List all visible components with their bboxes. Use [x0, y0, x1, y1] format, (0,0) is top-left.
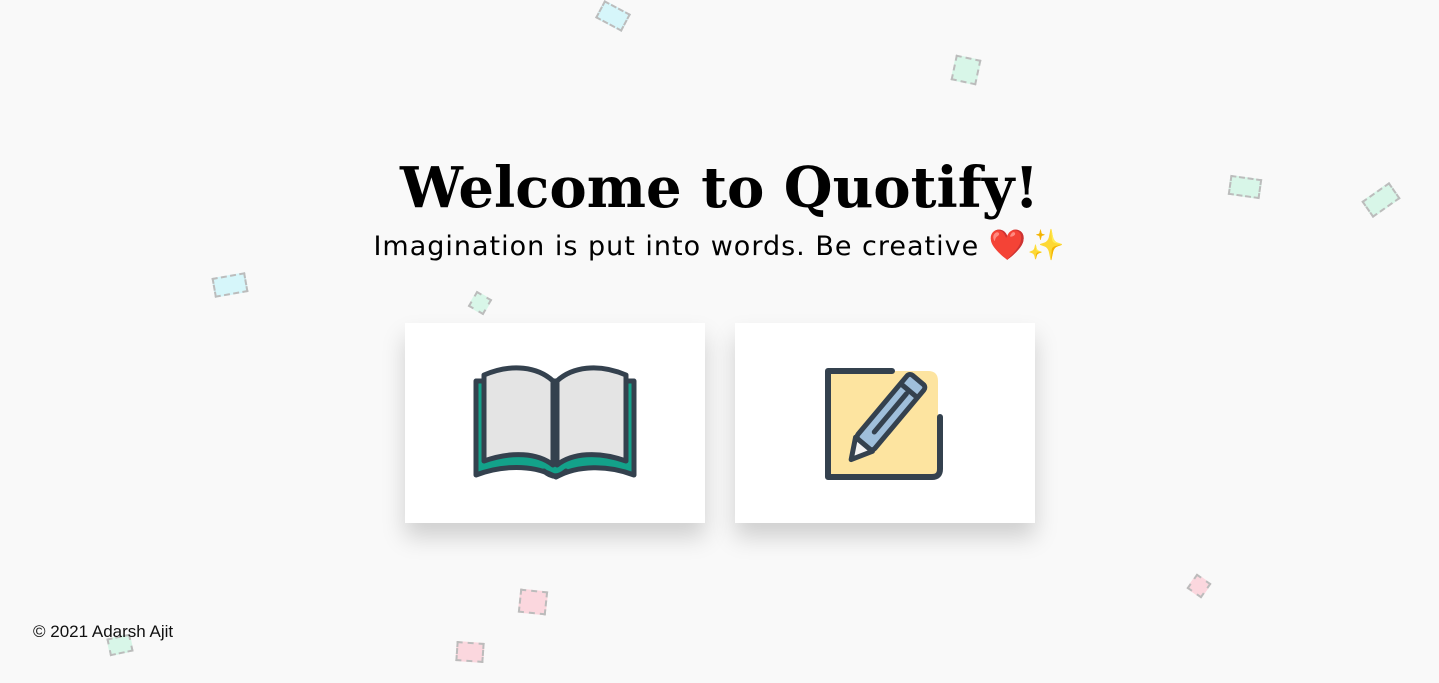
- sparkles-icon: ✨: [1027, 228, 1066, 263]
- note-pencil-icon: [825, 368, 943, 480]
- page-title: Welcome to Quotify!: [400, 155, 1039, 221]
- confetti-piece: [1186, 573, 1212, 599]
- read-quotes-card[interactable]: [405, 323, 705, 523]
- open-book-icon: [473, 365, 637, 480]
- confetti-piece: [455, 641, 485, 663]
- footer-copyright: © 2021 Adarsh Ajit: [33, 622, 174, 641]
- confetti-piece: [950, 54, 982, 86]
- page-subtitle: Imagination is put into words. Be creati…: [0, 226, 1439, 267]
- confetti-piece: [211, 272, 249, 298]
- confetti-piece: [517, 588, 549, 616]
- confetti-piece: [595, 0, 631, 32]
- heart-icon: ❤️: [988, 228, 1028, 263]
- write-quote-card[interactable]: [735, 323, 1035, 523]
- confetti-piece: [467, 290, 493, 316]
- subtitle-text: Imagination is put into words. Be creati…: [373, 231, 980, 262]
